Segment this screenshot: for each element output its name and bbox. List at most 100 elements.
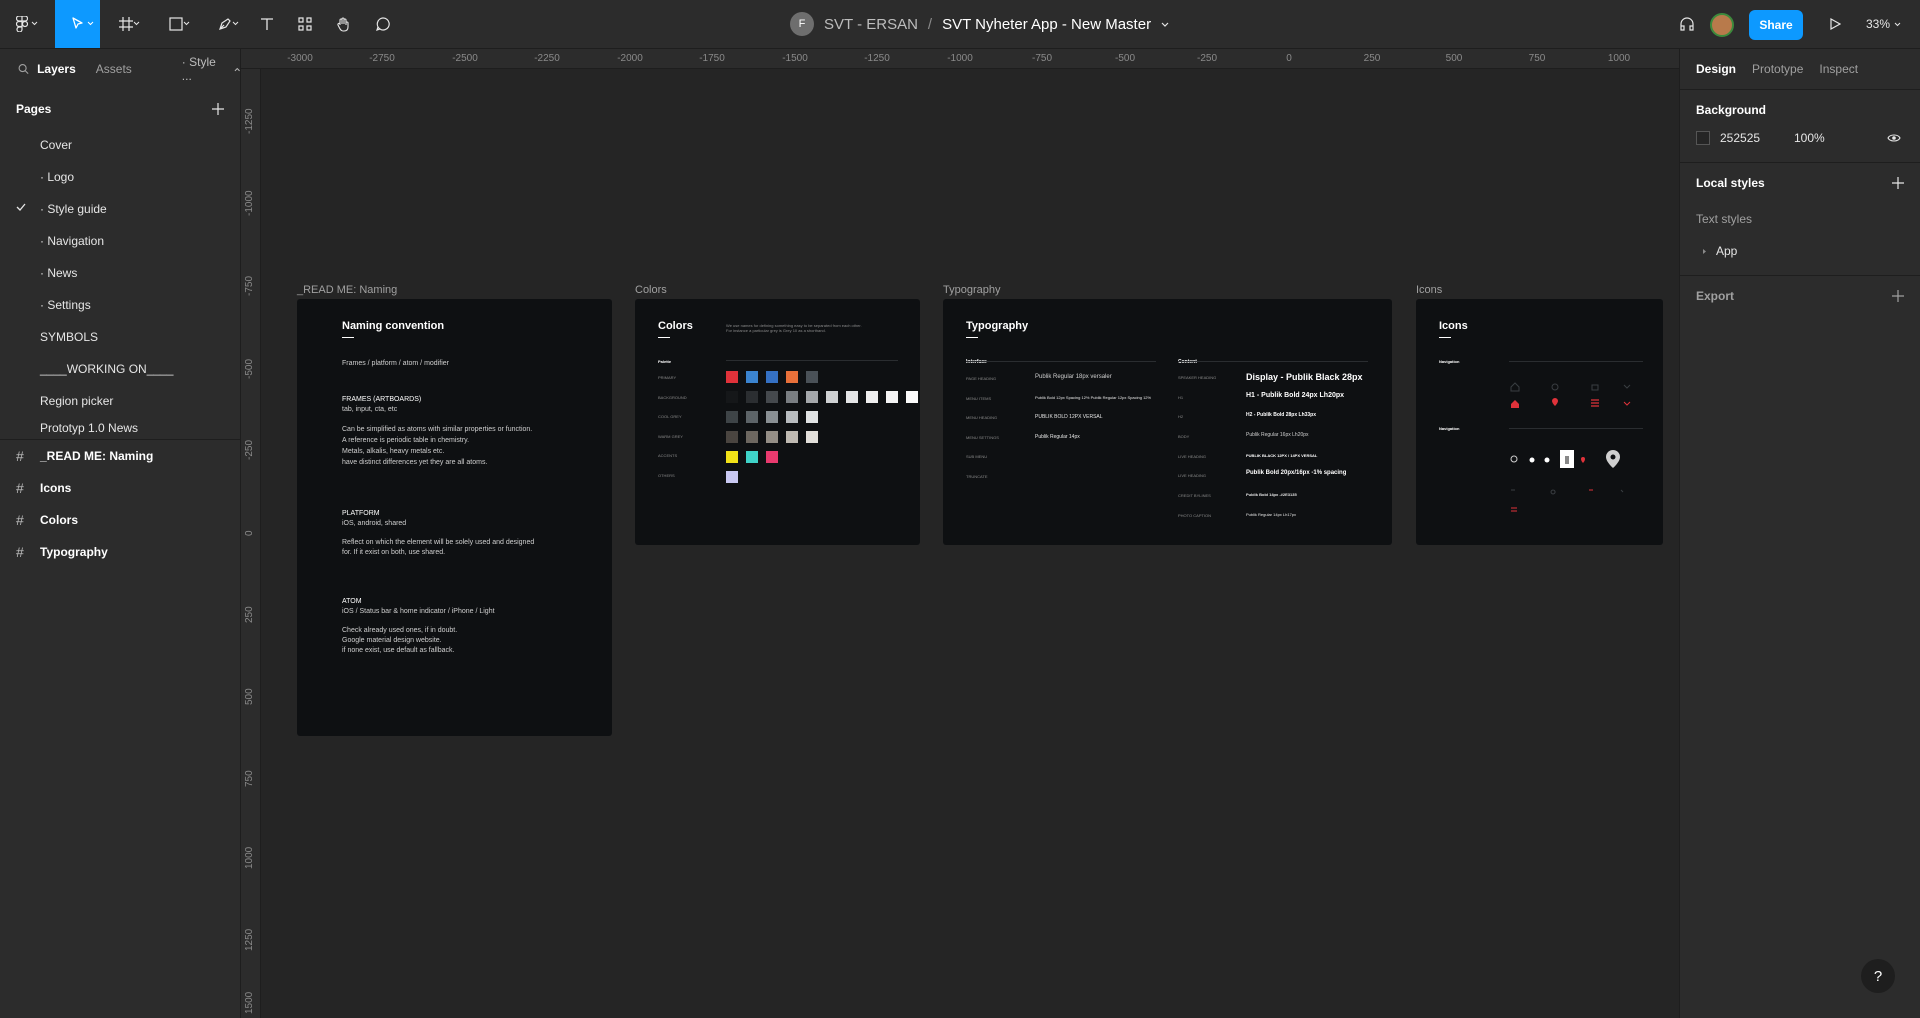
color-swatch[interactable] [726, 451, 738, 463]
cursor-arrow-icon [71, 17, 83, 29]
team-name[interactable]: SVT - ERSAN [824, 16, 918, 33]
color-swatch[interactable] [746, 371, 758, 383]
add-page-icon[interactable] [212, 103, 224, 115]
layer-frame-colors[interactable]: # Colors [0, 504, 240, 536]
page-item[interactable]: · News [0, 257, 240, 289]
tab-inspect[interactable]: Inspect [1819, 62, 1858, 76]
color-swatch[interactable] [786, 411, 798, 423]
tab-layers[interactable]: Layers [37, 62, 76, 76]
tab-design[interactable]: Design [1696, 62, 1736, 76]
page-item[interactable]: SYMBOLS [0, 321, 240, 353]
page-item[interactable]: Region picker [0, 385, 240, 417]
user-avatar[interactable] [1710, 13, 1734, 37]
color-swatch[interactable] [746, 391, 758, 403]
color-swatch[interactable] [726, 371, 738, 383]
audio-button[interactable] [1672, 0, 1702, 48]
share-button[interactable]: Share [1749, 10, 1803, 40]
color-swatch[interactable] [766, 431, 778, 443]
page-item[interactable]: · Navigation [0, 225, 240, 257]
text-styles-label: Text styles [1696, 212, 1753, 226]
frame-label-typography[interactable]: Typography [943, 284, 1000, 296]
color-swatch[interactable] [726, 411, 738, 423]
layer-frame-typography[interactable]: # Typography [0, 536, 240, 568]
frame-tool-button[interactable] [106, 0, 146, 48]
color-swatch[interactable] [726, 391, 738, 403]
color-swatch[interactable] [726, 471, 738, 483]
canvas[interactable]: _READ ME: Naming Naming convention Frame… [262, 70, 1679, 1018]
zoom-control[interactable]: 33% [1866, 0, 1901, 48]
chevron-down-icon[interactable] [1161, 22, 1169, 27]
left-panel: Layers Assets · Style ... Pages Cover · … [0, 49, 241, 1018]
layer-frame-icons[interactable]: # Icons [0, 472, 240, 504]
move-tool-button[interactable] [55, 0, 100, 48]
resources-tool-button[interactable] [290, 0, 320, 48]
frame-typography[interactable]: Typography Interface Content PAGE HEADIN… [943, 299, 1392, 545]
style-group-app[interactable]: App [1680, 235, 1920, 267]
file-name[interactable]: SVT Nyheter App - New Master [942, 16, 1151, 33]
color-swatch[interactable] [846, 391, 858, 403]
team-avatar[interactable]: F [790, 12, 814, 36]
present-button[interactable] [1820, 0, 1850, 48]
color-swatch[interactable] [806, 411, 818, 423]
color-swatch[interactable] [786, 391, 798, 403]
color-swatch[interactable] [886, 391, 898, 403]
eye-icon[interactable] [1887, 133, 1901, 143]
page-item[interactable]: · Settings [0, 289, 240, 321]
color-swatch[interactable] [746, 431, 758, 443]
style-name: PHOTO CAPTION [1178, 513, 1212, 518]
background-opacity-input[interactable]: 100% [1794, 131, 1825, 145]
frame-label-icons[interactable]: Icons [1416, 284, 1442, 296]
page-item[interactable]: Prototyp 1.0 News [0, 417, 240, 439]
chevron-up-icon[interactable] [234, 67, 240, 72]
background-hex-input[interactable]: 252525 [1720, 131, 1760, 145]
page-item-current[interactable]: · Style guide [0, 193, 240, 225]
page-item[interactable]: Cover [0, 129, 240, 161]
frame-label-readme[interactable]: _READ ME: Naming [297, 284, 397, 296]
color-swatch[interactable] [806, 371, 818, 383]
color-swatch[interactable] [786, 431, 798, 443]
color-swatch[interactable] [806, 431, 818, 443]
shape-tool-button[interactable] [156, 0, 196, 48]
frame-readme[interactable]: Naming convention Frames / platform / at… [297, 299, 612, 736]
frame-icons[interactable]: Icons Navigation Navigation [1416, 299, 1663, 545]
comment-tool-button[interactable] [368, 0, 398, 48]
pages-header: Pages [0, 89, 240, 129]
color-swatch[interactable] [826, 391, 838, 403]
divider [1178, 361, 1368, 362]
color-swatch[interactable] [906, 391, 918, 403]
main-menu-button[interactable] [0, 0, 44, 48]
color-swatch[interactable] [1696, 131, 1710, 145]
color-swatch[interactable] [806, 391, 818, 403]
page-selector[interactable]: · Style ... [182, 55, 226, 83]
tab-assets[interactable]: Assets [96, 62, 132, 76]
components-icon [298, 17, 312, 31]
page-item[interactable]: ____WORKING ON____ [0, 353, 240, 385]
frame-colors[interactable]: Colors We use names for defining somethi… [635, 299, 920, 545]
search-icon[interactable] [18, 63, 29, 75]
text-tool-button[interactable] [252, 0, 282, 48]
text-line: if none exist, use default as fallback. [342, 647, 455, 654]
frame-label-colors[interactable]: Colors [635, 284, 667, 296]
pen-tool-button[interactable] [205, 0, 245, 48]
style-name: SPEAKER HEADING [1178, 375, 1217, 380]
file-breadcrumb: F SVT - ERSAN / SVT Nyheter App - New Ma… [790, 0, 1169, 48]
color-swatch[interactable] [766, 391, 778, 403]
color-swatch[interactable] [766, 411, 778, 423]
ruler-tick: -2750 [369, 53, 395, 64]
add-style-icon[interactable] [1892, 177, 1904, 189]
layer-frame-readme[interactable]: # _READ ME: Naming [0, 440, 240, 472]
hand-tool-button[interactable] [329, 0, 359, 48]
add-export-icon[interactable] [1892, 290, 1904, 302]
color-swatch[interactable] [746, 451, 758, 463]
page-item[interactable]: · Logo [0, 161, 240, 193]
color-swatch[interactable] [766, 371, 778, 383]
color-swatch[interactable] [766, 451, 778, 463]
help-button[interactable]: ? [1861, 959, 1895, 993]
color-swatch[interactable] [866, 391, 878, 403]
color-swatch[interactable] [726, 431, 738, 443]
color-swatch[interactable] [786, 371, 798, 383]
tab-prototype[interactable]: Prototype [1752, 62, 1803, 76]
ruler-tick: 250 [244, 606, 255, 623]
style-sample: Publik Regular 14px [1035, 434, 1080, 440]
color-swatch[interactable] [746, 411, 758, 423]
